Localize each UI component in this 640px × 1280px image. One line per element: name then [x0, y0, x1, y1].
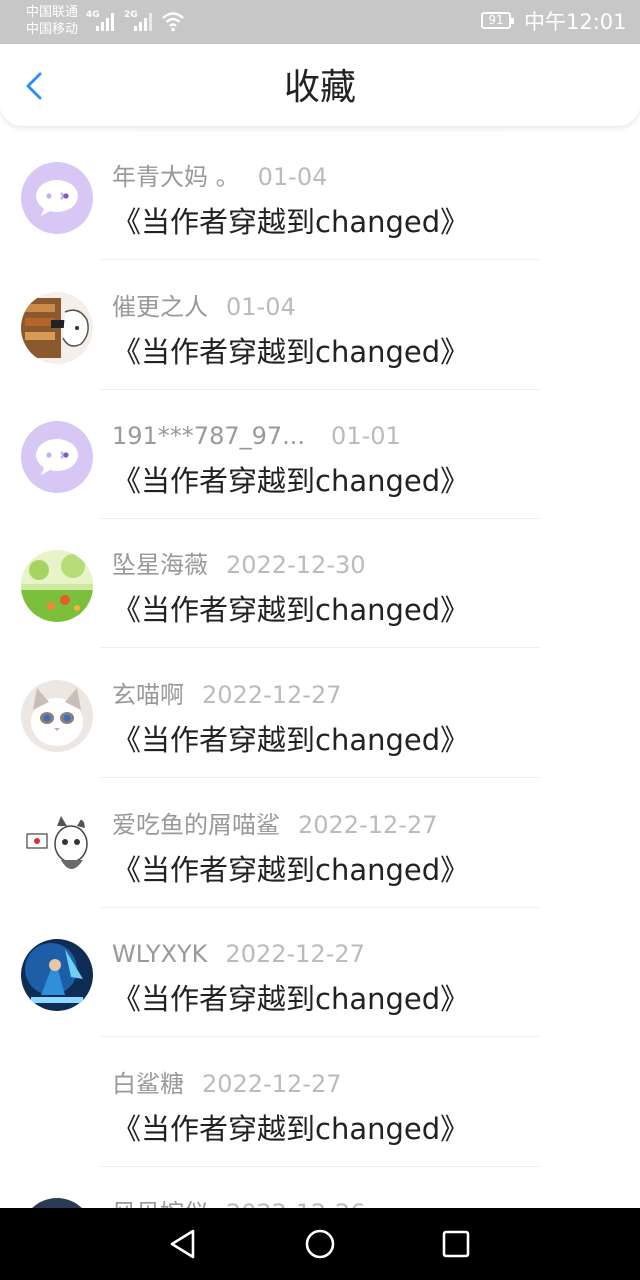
username[interactable]: 191***787_97...	[112, 422, 305, 450]
carrier-1: 中国联通	[26, 5, 79, 20]
comic-avatar-icon	[21, 292, 93, 364]
book-title[interactable]: 《当作者穿越到changed》	[112, 720, 469, 760]
list-item[interactable]: 白鲨糖 2022-12-27 《当作者穿越到changed》	[0, 1037, 640, 1167]
recent-apps-icon[interactable]	[440, 1228, 472, 1260]
username[interactable]: 白鲨糖	[112, 1070, 184, 1098]
list-item[interactable]: 风贝婉仪 2022-12-26	[0, 1166, 640, 1208]
signal-strength-icon-2	[134, 12, 156, 31]
game-art-avatar-icon	[21, 939, 93, 1011]
username[interactable]: 玄喵啊	[112, 681, 184, 709]
avatar[interactable]	[21, 680, 93, 752]
date: 2022-12-26	[226, 1199, 365, 1208]
list-item[interactable]: 坠星海薇 2022-12-30 《当作者穿越到changed》	[0, 518, 640, 648]
chat-bubble-icon	[36, 180, 78, 216]
avatar[interactable]	[21, 421, 93, 493]
home-circle-icon[interactable]	[304, 1228, 336, 1260]
list-item[interactable]: 年青大妈 。 01-04 《当作者穿越到changed》	[0, 130, 640, 260]
chat-bubble-icon	[36, 439, 78, 475]
list-item[interactable]: 催更之人 01-04 《当作者穿越到changed》	[0, 260, 640, 390]
favorites-list[interactable]: 年青大妈 。 01-04 《当作者穿越到changed》 催更之人 01-04 《当…	[0, 126, 640, 1208]
book-title[interactable]: 《当作者穿越到changed》	[112, 590, 469, 630]
date: 2022-12-27	[298, 811, 438, 839]
list-item[interactable]: 爱吃鱼的屑喵鲨 2022-12-27 《当作者穿越到changed》	[0, 778, 640, 908]
avatar[interactable]	[21, 939, 93, 1011]
date: 01-04	[257, 163, 328, 191]
status-bar: 中国联通 中国移动 4G 2G 91 中午12:01	[0, 0, 640, 44]
date: 01-04	[226, 293, 296, 321]
book-title[interactable]: 《当作者穿越到changed》	[112, 979, 469, 1019]
item-meta: 爱吃鱼的屑喵鲨 2022-12-27	[112, 808, 437, 842]
book-title[interactable]: 《当作者穿越到changed》	[112, 850, 469, 890]
cat-avatar-icon	[21, 680, 93, 752]
item-meta: 坠星海薇 2022-12-30	[112, 548, 365, 582]
item-meta: 风贝婉仪 2022-12-26	[112, 1196, 365, 1208]
username[interactable]: 坠星海薇	[112, 551, 208, 579]
book-title[interactable]: 《当作者穿越到changed》	[112, 1109, 469, 1149]
date: 2022-12-27	[202, 1070, 342, 1098]
list-item[interactable]: WLYXYK 2022-12-27 《当作者穿越到changed》	[0, 907, 640, 1037]
date: 2022-12-27	[202, 681, 342, 709]
battery-icon: 91	[481, 12, 514, 29]
avatar[interactable]	[21, 550, 93, 622]
item-meta: 催更之人 01-04	[112, 290, 296, 324]
meadow-avatar-icon	[21, 550, 93, 622]
portrait-avatar-icon	[21, 1198, 93, 1208]
system-navigation-bar	[0, 1208, 640, 1280]
avatar[interactable]	[21, 810, 93, 882]
date: 2022-12-30	[226, 551, 366, 579]
date: 01-01	[331, 422, 401, 450]
wifi-icon	[162, 12, 184, 32]
item-meta: 191***787_97... 01-01	[112, 419, 401, 453]
username[interactable]: WLYXYK	[112, 940, 207, 968]
item-meta: 白鲨糖 2022-12-27	[112, 1067, 341, 1101]
avatar[interactable]	[21, 292, 93, 364]
avatar[interactable]	[21, 1198, 93, 1208]
cartoon-avatar-icon	[21, 810, 93, 882]
username[interactable]: 催更之人	[112, 293, 208, 321]
page-title: 收藏	[283, 67, 356, 108]
book-title[interactable]: 《当作者穿越到changed》	[112, 461, 469, 501]
battery-level: 91	[488, 13, 504, 27]
header: 收藏	[0, 44, 640, 126]
username[interactable]: 年青大妈 。	[112, 163, 240, 191]
item-meta: 年青大妈 。 01-04	[112, 160, 327, 194]
book-title[interactable]: 《当作者穿越到changed》	[112, 332, 469, 372]
clock: 中午12:01	[524, 10, 627, 34]
book-title[interactable]: 《当作者穿越到changed》	[112, 202, 469, 242]
avatar[interactable]	[21, 1069, 93, 1141]
carrier-labels: 中国联通 中国移动	[26, 4, 78, 38]
list-item[interactable]: 191***787_97... 01-01 《当作者穿越到changed》	[0, 389, 640, 519]
item-meta: WLYXYK 2022-12-27	[112, 937, 365, 971]
date: 2022-12-27	[225, 940, 365, 968]
back-triangle-icon[interactable]	[166, 1226, 200, 1262]
list-item[interactable]: 玄喵啊 2022-12-27 《当作者穿越到changed》	[0, 648, 640, 778]
username[interactable]: 风贝婉仪	[112, 1199, 208, 1208]
carrier-2: 中国移动	[26, 22, 79, 37]
item-meta: 玄喵啊 2022-12-27	[112, 678, 341, 712]
username[interactable]: 爱吃鱼的屑喵鲨	[112, 811, 280, 839]
signal-strength-icon	[96, 12, 118, 31]
avatar[interactable]	[21, 162, 93, 234]
